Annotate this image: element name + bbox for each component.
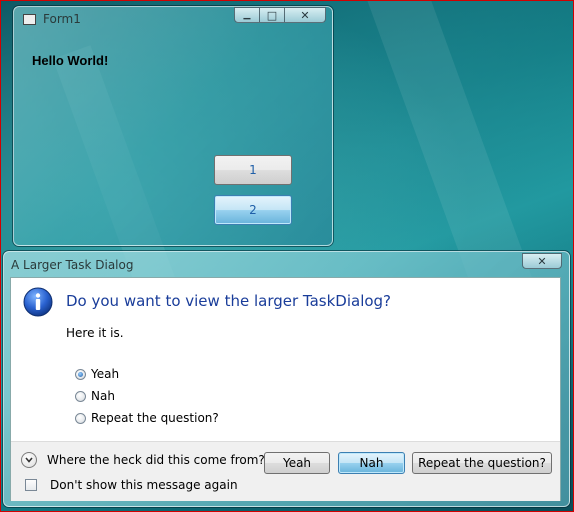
close-icon: ✕ [300,8,310,22]
form1-client-area: Hello World! 1 2 [20,31,326,239]
task-dialog-window: A Larger Task Dialog ✕ Do you want to vi… [3,251,570,507]
expander-label: Where the heck did this come from? [47,453,265,467]
button-2[interactable]: 2 [214,195,292,225]
expander[interactable]: Where the heck did this come from? [21,452,265,468]
chevron-down-icon [25,457,33,463]
radio-nah[interactable]: Nah [75,388,115,404]
radio-button[interactable] [75,390,86,402]
task-dialog-close-button[interactable]: ✕ [522,253,562,269]
radio-label: Yeah [91,367,120,381]
hello-label: Hello World! [32,53,109,68]
caption-buttons: ▁ □ ✕ [234,7,330,25]
task-dialog-title: A Larger Task Dialog [11,258,134,272]
close-button[interactable]: ✕ [284,7,326,23]
yeah-button[interactable]: Yeah [264,452,330,474]
minimize-icon: ▁ [243,10,251,20]
app-icon [23,14,36,25]
radio-button[interactable] [75,412,86,424]
radio-yeah[interactable]: Yeah [75,366,119,382]
radio-button-checked[interactable] [75,368,86,380]
task-dialog-footer: Where the heck did this come from? Yeah … [11,441,560,501]
close-icon: ✕ [537,254,547,268]
information-icon [23,287,53,317]
form1-titlebar[interactable]: Form1 ▁ □ ✕ [14,7,332,31]
main-instruction: Do you want to view the larger TaskDialo… [66,292,392,310]
task-dialog-body: Do you want to view the larger TaskDialo… [10,277,561,501]
verification-checkbox-row[interactable]: Don't show this message again [25,478,238,492]
form1-window: Form1 ▁ □ ✕ Hello World! 1 2 [13,6,333,246]
task-dialog-main-area: Do you want to view the larger TaskDialo… [11,278,560,441]
expand-button[interactable] [21,452,37,468]
content-text: Here it is. [66,326,124,340]
button-1[interactable]: 1 [214,155,292,185]
radio-label: Nah [91,389,115,403]
radio-repeat[interactable]: Repeat the question? [75,410,219,426]
minimize-button[interactable]: ▁ [234,7,260,23]
maximize-icon: □ [266,8,278,22]
repeat-question-button[interactable]: Repeat the question? [412,452,552,474]
form1-title: Form1 [43,12,81,26]
verification-label: Don't show this message again [50,478,238,492]
radio-label: Repeat the question? [91,411,219,425]
nah-button[interactable]: Nah [338,452,405,474]
maximize-button[interactable]: □ [259,7,285,23]
verification-checkbox[interactable] [25,479,37,491]
